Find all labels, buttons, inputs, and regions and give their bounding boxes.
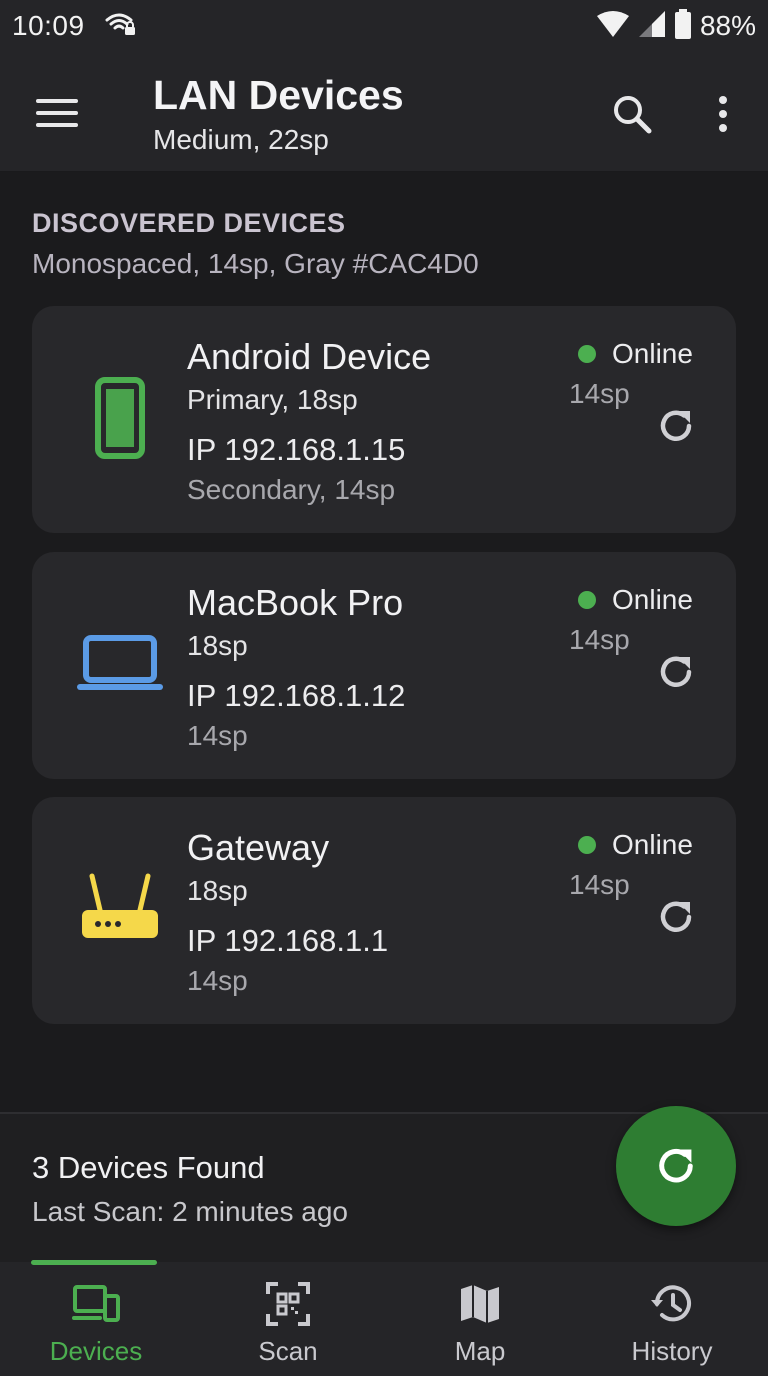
refresh-icon bbox=[660, 410, 692, 441]
status-bar: 10:09 88% bbox=[0, 0, 768, 52]
refresh-icon bbox=[659, 1148, 693, 1183]
device-ip: IP 192.168.1.12 bbox=[187, 678, 406, 713]
status-label: Online bbox=[612, 584, 693, 615]
nav-item-devices[interactable]: Devices bbox=[0, 1260, 192, 1376]
nav-label: Devices bbox=[49, 1336, 143, 1366]
device-name: MacBook Pro bbox=[187, 582, 404, 623]
last-scan-time: Last Scan: 2 minutes ago bbox=[32, 1196, 348, 1227]
router-icon bbox=[68, 857, 172, 961]
menu-icon bbox=[36, 99, 78, 127]
bottom-nav: Devices Scan Map History bbox=[0, 1260, 768, 1376]
nav-active-indicator bbox=[31, 1260, 157, 1265]
devices-icon bbox=[68, 1280, 124, 1328]
qr-scan-icon bbox=[260, 1280, 316, 1328]
online-dot-icon bbox=[578, 836, 596, 854]
page-title: LAN Devices bbox=[153, 72, 404, 118]
device-ip-note: 14sp bbox=[187, 965, 248, 996]
nav-item-map[interactable]: Map bbox=[384, 1262, 576, 1376]
device-ip: IP 192.168.1.15 bbox=[187, 432, 406, 467]
battery-percent: 88% bbox=[699, 10, 756, 41]
rescan-fab[interactable] bbox=[616, 1106, 736, 1226]
nav-label: History bbox=[631, 1336, 713, 1366]
device-refresh-button[interactable] bbox=[652, 893, 700, 941]
status-label: Online bbox=[612, 829, 693, 860]
map-icon bbox=[452, 1280, 508, 1328]
history-icon bbox=[644, 1280, 700, 1328]
device-card-android[interactable]: Android Device Primary, 18sp IP 192.168.… bbox=[32, 306, 736, 533]
search-icon bbox=[614, 96, 652, 134]
device-card-macbook[interactable]: MacBook Pro 18sp IP 192.168.1.12 14sp On… bbox=[32, 552, 736, 779]
section-subtitle: Monospaced, 14sp, Gray #CAC4D0 bbox=[32, 248, 479, 279]
phone-icon bbox=[68, 366, 172, 470]
status-time: 10:09 bbox=[12, 10, 85, 41]
search-button[interactable] bbox=[604, 86, 660, 142]
device-name: Android Device bbox=[187, 336, 432, 377]
status-badge: Online bbox=[578, 829, 693, 861]
refresh-icon bbox=[660, 901, 692, 932]
menu-button[interactable] bbox=[30, 86, 84, 140]
wifi-lock-icon bbox=[105, 11, 137, 42]
battery-icon bbox=[674, 8, 692, 44]
wifi-signal-icon bbox=[596, 10, 630, 43]
device-name-note: Primary, 18sp bbox=[187, 384, 358, 415]
device-card-gateway[interactable]: Gateway 18sp IP 192.168.1.1 14sp Online … bbox=[32, 797, 736, 1024]
online-dot-icon bbox=[578, 591, 596, 609]
status-note: 14sp bbox=[569, 869, 630, 900]
nav-item-history[interactable]: History bbox=[576, 1262, 768, 1376]
app-bar: LAN Devices Medium, 22sp bbox=[0, 52, 768, 172]
more-vert-icon bbox=[719, 96, 727, 132]
page-subtitle: Medium, 22sp bbox=[153, 124, 329, 155]
status-badge: Online bbox=[578, 584, 693, 616]
cell-signal-icon bbox=[638, 10, 666, 43]
more-options-button[interactable] bbox=[700, 86, 746, 142]
device-ip-note: 14sp bbox=[187, 720, 248, 751]
device-ip: IP 192.168.1.1 bbox=[187, 923, 389, 958]
status-label: Online bbox=[612, 338, 693, 369]
nav-item-scan[interactable]: Scan bbox=[192, 1262, 384, 1376]
section-title: DISCOVERED DEVICES bbox=[32, 208, 346, 238]
laptop-icon bbox=[68, 612, 172, 716]
devices-found-count: 3 Devices Found bbox=[32, 1150, 265, 1185]
refresh-icon bbox=[660, 656, 692, 687]
device-ip-note: Secondary, 14sp bbox=[187, 474, 396, 505]
device-name: Gateway bbox=[187, 827, 330, 868]
device-refresh-button[interactable] bbox=[652, 402, 700, 450]
status-note: 14sp bbox=[569, 378, 630, 409]
status-note: 14sp bbox=[569, 624, 630, 655]
nav-label: Scan bbox=[258, 1336, 318, 1366]
device-name-note: 18sp bbox=[187, 630, 248, 661]
status-badge: Online bbox=[578, 338, 693, 370]
device-refresh-button[interactable] bbox=[652, 648, 700, 696]
online-dot-icon bbox=[578, 345, 596, 363]
nav-label: Map bbox=[454, 1336, 506, 1366]
device-name-note: 18sp bbox=[187, 875, 248, 906]
